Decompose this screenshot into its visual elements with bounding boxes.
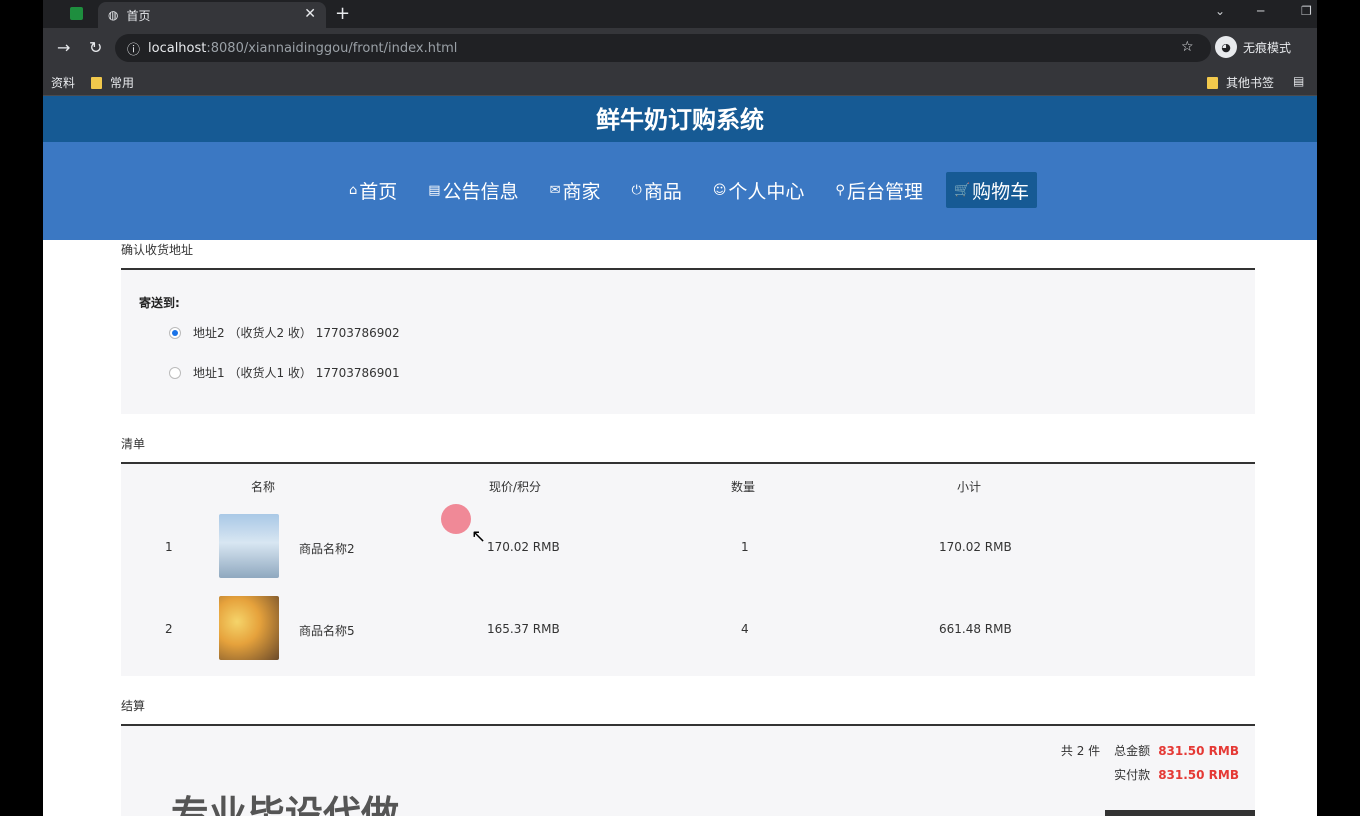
bookmark-folder[interactable]: 常用 bbox=[91, 74, 134, 91]
nav-admin[interactable]: ⚲ 后台管理 bbox=[827, 172, 931, 208]
submit-button[interactable] bbox=[1105, 810, 1255, 816]
nav-products[interactable]: ⏻ 商品 bbox=[624, 172, 690, 208]
forward-icon[interactable]: → bbox=[57, 38, 70, 57]
product-name[interactable]: 商品名称5 bbox=[299, 622, 355, 639]
incognito-icon: ◕ bbox=[1215, 36, 1237, 58]
items-table: 名称 现价/积分 数量 小计 1 商品名称2 170.02 RMB 1 170.… bbox=[121, 464, 1255, 676]
user-icon: ☺ bbox=[712, 182, 727, 198]
radio-unchecked[interactable] bbox=[169, 366, 181, 379]
browser-window: ◍ 首页 ✕ + ⌄ ─ ❐ → ↻ ⓘ localhost :8080/xia… bbox=[43, 0, 1317, 816]
product-name[interactable]: 商品名称2 bbox=[299, 540, 355, 557]
watermark-text: 专业毕设代做 bbox=[171, 793, 400, 816]
address-option-2[interactable]: 地址1 （收货人1 收） 17703786901 bbox=[169, 364, 400, 381]
url-path: :8080/xiannaidinggou/front/index.html bbox=[206, 40, 458, 56]
total-line: 共 2 件 总金额 831.50 RMB bbox=[1061, 742, 1239, 759]
power-icon: ⏻ bbox=[631, 182, 642, 198]
product-image[interactable] bbox=[219, 514, 279, 578]
bookmark-folder-other[interactable]: 其他书签 bbox=[1207, 74, 1274, 91]
paid-line: 实付款 831.50 RMB bbox=[1114, 766, 1239, 783]
click-indicator bbox=[441, 504, 471, 534]
paid-label: 实付款 bbox=[1114, 768, 1151, 782]
minimize-button[interactable]: ─ bbox=[1257, 4, 1264, 18]
browser-toolbar: → ↻ ⓘ localhost :8080/xiannaidinggou/fro… bbox=[43, 28, 1317, 68]
reading-list-icon[interactable]: ▤ bbox=[1293, 74, 1304, 88]
paid-amount: 831.50 RMB bbox=[1158, 767, 1239, 782]
ship-to-label: 寄送到: bbox=[139, 296, 180, 310]
profile-label: 无痕模式 bbox=[1243, 40, 1292, 55]
tab-title: 首页 bbox=[126, 8, 151, 23]
checkout-content: 确认收货地址 寄送到: 地址2 （收货人2 收） 17703786902 地址1… bbox=[121, 240, 1255, 816]
summary-box: 共 2 件 总金额 831.50 RMB 实付款 831.50 RMB 专业毕设… bbox=[121, 726, 1255, 816]
address-section-title: 确认收货地址 bbox=[121, 240, 1255, 270]
table-row: 1 商品名称2 170.02 RMB 1 170.02 RMB bbox=[121, 508, 1255, 588]
bookmark-item[interactable]: 资料 bbox=[51, 74, 75, 91]
header-subtotal: 小计 bbox=[957, 480, 982, 494]
globe-icon: ◍ bbox=[108, 8, 119, 22]
address-box: 寄送到: 地址2 （收货人2 收） 17703786902 地址1 （收货人1 … bbox=[121, 270, 1255, 414]
site-title: 鲜牛奶订购系统 bbox=[43, 96, 1317, 142]
reload-icon[interactable]: ↻ bbox=[89, 38, 102, 57]
product-image[interactable] bbox=[219, 596, 279, 660]
address-bar[interactable]: ⓘ localhost :8080/xiannaidinggou/front/i… bbox=[115, 34, 1211, 62]
incognito-profile[interactable]: ◕ 无痕模式 bbox=[1215, 36, 1291, 58]
header-qty: 数量 bbox=[731, 480, 756, 494]
radio-checked[interactable] bbox=[169, 326, 181, 339]
nav-personal-center[interactable]: ☺ 个人中心 bbox=[705, 172, 813, 208]
total-amount: 831.50 RMB bbox=[1158, 743, 1239, 758]
envelope-icon: ✉ bbox=[549, 182, 561, 198]
nav-cart[interactable]: 🛒 购物车 bbox=[945, 172, 1038, 208]
url-host: localhost bbox=[148, 40, 207, 56]
home-icon: ⌂ bbox=[349, 182, 358, 198]
tab-strip: ◍ 首页 ✕ + ⌄ ─ ❐ bbox=[43, 0, 1317, 28]
close-icon[interactable]: ✕ bbox=[304, 6, 316, 22]
item-count: 共 2 件 bbox=[1060, 744, 1101, 758]
info-icon[interactable]: ⓘ bbox=[127, 39, 140, 58]
items-section-title: 清单 bbox=[121, 434, 1255, 464]
address-option-1[interactable]: 地址2 （收货人2 收） 17703786902 bbox=[169, 324, 400, 341]
new-tab-button[interactable]: + bbox=[335, 3, 350, 24]
folder-icon bbox=[1207, 76, 1218, 89]
summary-section-title: 结算 bbox=[121, 696, 1255, 726]
header-name: 名称 bbox=[251, 480, 276, 494]
nav-home[interactable]: ⌂ 首页 bbox=[341, 172, 405, 208]
nav-merchants[interactable]: ✉ 商家 bbox=[542, 172, 609, 208]
mouse-cursor-icon: ↖ bbox=[471, 526, 487, 547]
cart-icon: 🛒 bbox=[953, 182, 971, 198]
total-label: 总金额 bbox=[1114, 744, 1151, 758]
star-icon[interactable]: ☆ bbox=[1181, 39, 1194, 55]
header-price: 现价/积分 bbox=[489, 480, 542, 494]
table-row: 2 商品名称5 165.37 RMB 4 661.48 RMB bbox=[121, 590, 1255, 670]
tab-home[interactable]: ◍ 首页 ✕ bbox=[98, 2, 326, 28]
bookmarks-bar: 资料 常用 其他书签 ▤ bbox=[43, 68, 1317, 96]
chevron-down-icon[interactable]: ⌄ bbox=[1215, 4, 1225, 18]
nav-announcements[interactable]: ▤ 公告信息 bbox=[420, 172, 526, 208]
restore-button[interactable]: ❐ bbox=[1301, 4, 1312, 18]
calendar-icon: ▤ bbox=[428, 182, 441, 198]
sheets-icon[interactable] bbox=[70, 7, 83, 20]
folder-icon bbox=[91, 76, 102, 89]
main-nav: ⌂ 首页 ▤ 公告信息 ✉ 商家 ⏻ 商品 ☺ 个人中心 ⚲ 后台管理 🛒 购物车 bbox=[43, 142, 1317, 240]
link-icon: ⚲ bbox=[835, 182, 845, 198]
